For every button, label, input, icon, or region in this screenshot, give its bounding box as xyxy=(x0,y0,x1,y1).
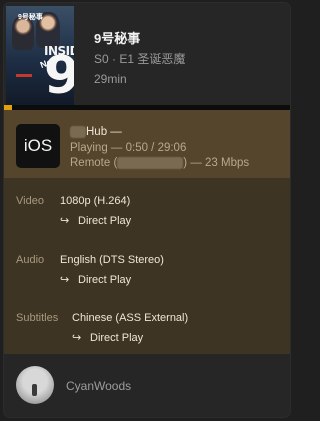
runtime-text: 29min xyxy=(94,72,127,86)
return-arrow-icon: ↪ xyxy=(72,332,82,344)
poster-red-bar xyxy=(16,74,32,77)
remote-prefix: Remote ( xyxy=(70,157,118,170)
poster-image[interactable]: 9号秘事 INSIDE No. 9 xyxy=(6,6,74,105)
playback-status: Playing — 0:50 / 29:06 xyxy=(70,142,187,154)
poster-nine-text: 9 xyxy=(44,46,74,105)
audio-decision: ↪ Direct Play xyxy=(60,273,131,286)
media-title[interactable]: 9号秘事 xyxy=(94,28,140,47)
subtitles-decision: ↪ Direct Play xyxy=(72,331,143,344)
subtitles-label: Subtitles xyxy=(16,312,59,324)
return-arrow-icon: ↪ xyxy=(60,215,70,227)
audio-value: English (DTS Stereo) xyxy=(60,254,164,266)
video-decision-text: Direct Play xyxy=(78,215,132,227)
player-section: iOS Hub — Playing — 0:50 / 29:06 Remote … xyxy=(4,110,290,178)
video-label: Video xyxy=(16,195,44,207)
remote-connection: Remote ( ) — 23 Mbps xyxy=(70,157,249,169)
remote-suffix: ) — 23 Mbps xyxy=(183,157,250,170)
video-decision: ↪ Direct Play xyxy=(60,214,131,227)
audio-decision-text: Direct Play xyxy=(78,274,132,286)
episode-info: S0 · E1 圣诞恶魔 xyxy=(94,52,186,66)
avatar-figure xyxy=(32,384,37,396)
user-row[interactable]: CyanWoods xyxy=(4,354,290,417)
return-arrow-icon: ↪ xyxy=(60,274,70,286)
poster-chinese-title: 9号秘事 xyxy=(18,14,43,21)
video-value: 1080p (H.264) xyxy=(60,195,131,207)
player-name-suffix: Hub — xyxy=(86,126,122,139)
activity-card: 9号秘事 INSIDE No. 9 9号秘事 S0 · E1 圣诞恶魔 29mi… xyxy=(4,3,290,417)
subtitles-value: Chinese (ASS External) xyxy=(72,312,189,324)
media-header: 9号秘事 INSIDE No. 9 9号秘事 S0 · E1 圣诞恶魔 29mi… xyxy=(4,3,290,105)
username[interactable]: CyanWoods xyxy=(66,379,131,393)
user-avatar[interactable] xyxy=(16,366,54,404)
platform-icon-label: iOS xyxy=(23,136,53,155)
player-name: Hub — xyxy=(70,126,122,138)
audio-label: Audio xyxy=(16,254,45,266)
subtitles-decision-text: Direct Play xyxy=(90,332,144,344)
stream-details: Video 1080p (H.264) ↪ Direct Play Audio E… xyxy=(4,178,290,354)
ios-platform-icon: iOS xyxy=(16,124,60,168)
redacted-name xyxy=(70,126,86,138)
redacted-ip xyxy=(117,157,184,169)
